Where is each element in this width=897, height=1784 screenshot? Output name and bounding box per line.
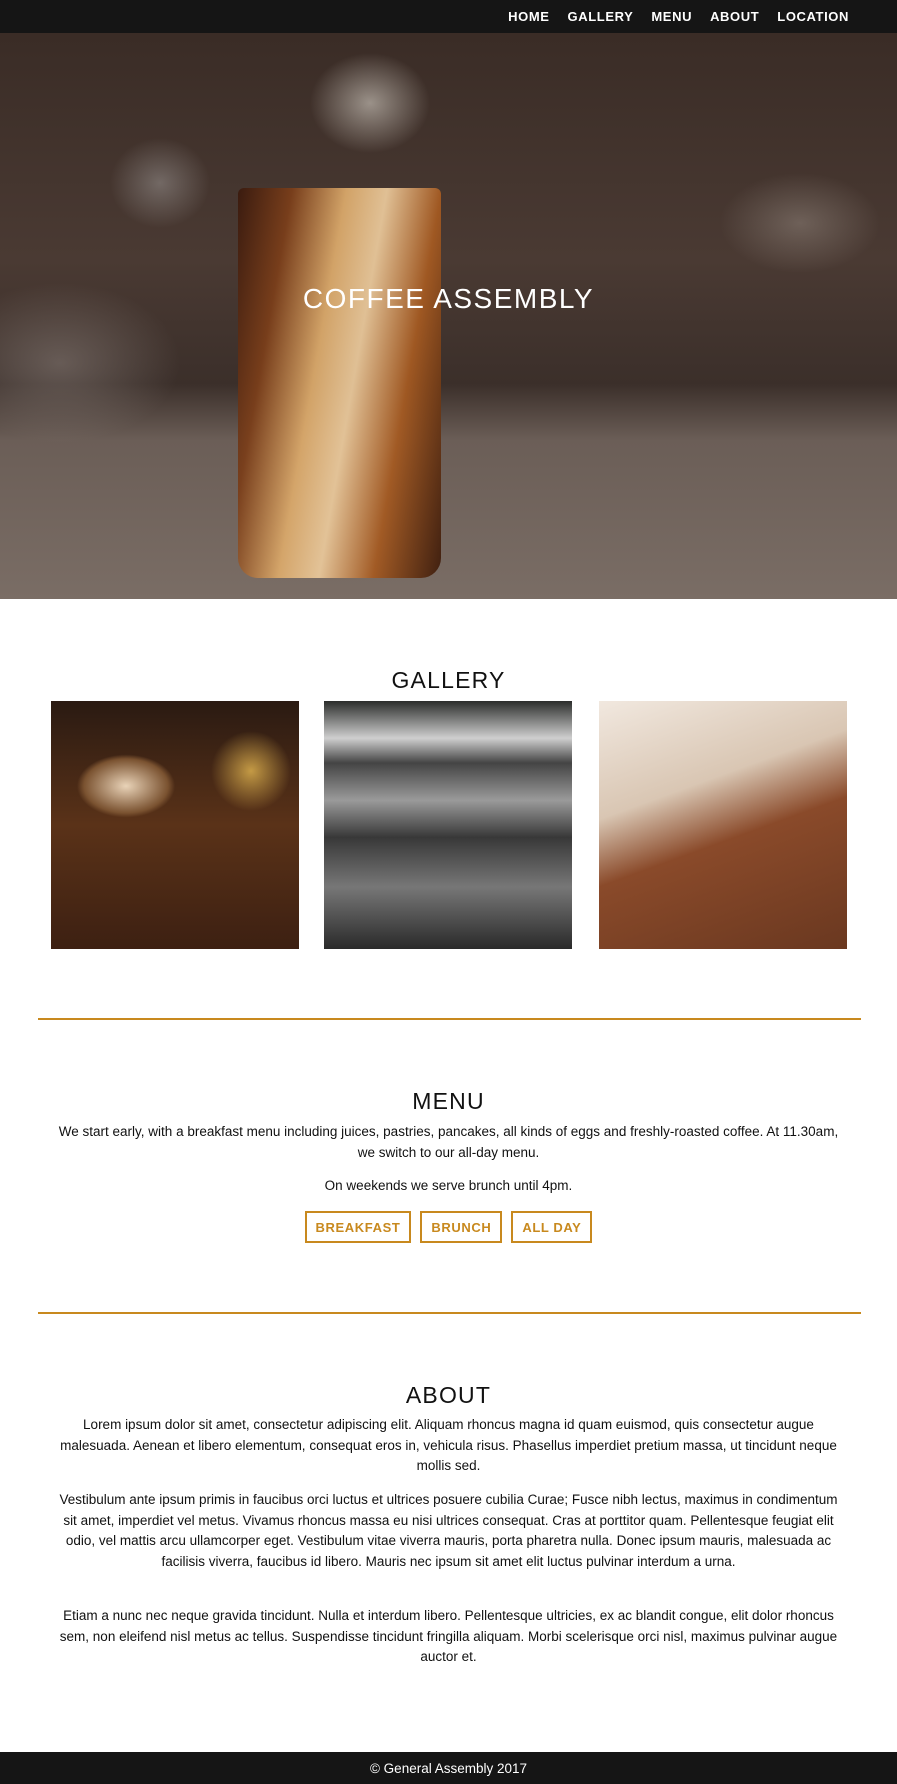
- nav-gallery[interactable]: GALLERY: [568, 9, 634, 24]
- brunch-button[interactable]: BRUNCH: [420, 1211, 503, 1243]
- nav-home[interactable]: HOME: [508, 9, 549, 24]
- menu-buttons: BREAKFAST BRUNCH ALL DAY: [0, 1211, 897, 1243]
- about-heading: ABOUT: [405, 1382, 492, 1408]
- gallery-image-latte[interactable]: [51, 701, 299, 949]
- menu-weekend-note: On weekends we serve brunch until 4pm.: [324, 1178, 573, 1193]
- section-divider: [38, 1018, 861, 1020]
- footer: © General Assembly 2017: [0, 1752, 897, 1784]
- nav-about[interactable]: ABOUT: [710, 9, 759, 24]
- about-paragraph: Lorem ipsum dolor sit amet, consectetur …: [60, 1417, 837, 1473]
- footer-copyright: © General Assembly 2017: [369, 1760, 528, 1776]
- breakfast-button[interactable]: BREAKFAST: [304, 1211, 412, 1243]
- about-paragraph: Etiam a nunc nec neque gravida tincidunt…: [59, 1608, 838, 1664]
- menu-heading: MENU: [412, 1088, 485, 1114]
- nav-location[interactable]: LOCATION: [777, 9, 849, 24]
- about-paragraph: Vestibulum ante ipsum primis in faucibus…: [59, 1492, 838, 1569]
- all-day-button[interactable]: ALL DAY: [511, 1211, 593, 1243]
- gallery-image-cafe-table[interactable]: [599, 701, 847, 949]
- gallery-image-espresso-machine[interactable]: [324, 701, 572, 949]
- gallery-heading: GALLERY: [391, 667, 506, 693]
- hero-banner: COFFEE ASSEMBLY: [0, 33, 897, 599]
- section-divider: [38, 1312, 861, 1314]
- hero-title: COFFEE ASSEMBLY: [302, 283, 595, 314]
- menu-description: We start early, with a breakfast menu in…: [58, 1124, 839, 1160]
- nav-menu[interactable]: MENU: [651, 9, 692, 24]
- hero-coffee-glass-image: [238, 188, 441, 578]
- top-nav: HOME GALLERY MENU ABOUT LOCATION: [0, 0, 897, 33]
